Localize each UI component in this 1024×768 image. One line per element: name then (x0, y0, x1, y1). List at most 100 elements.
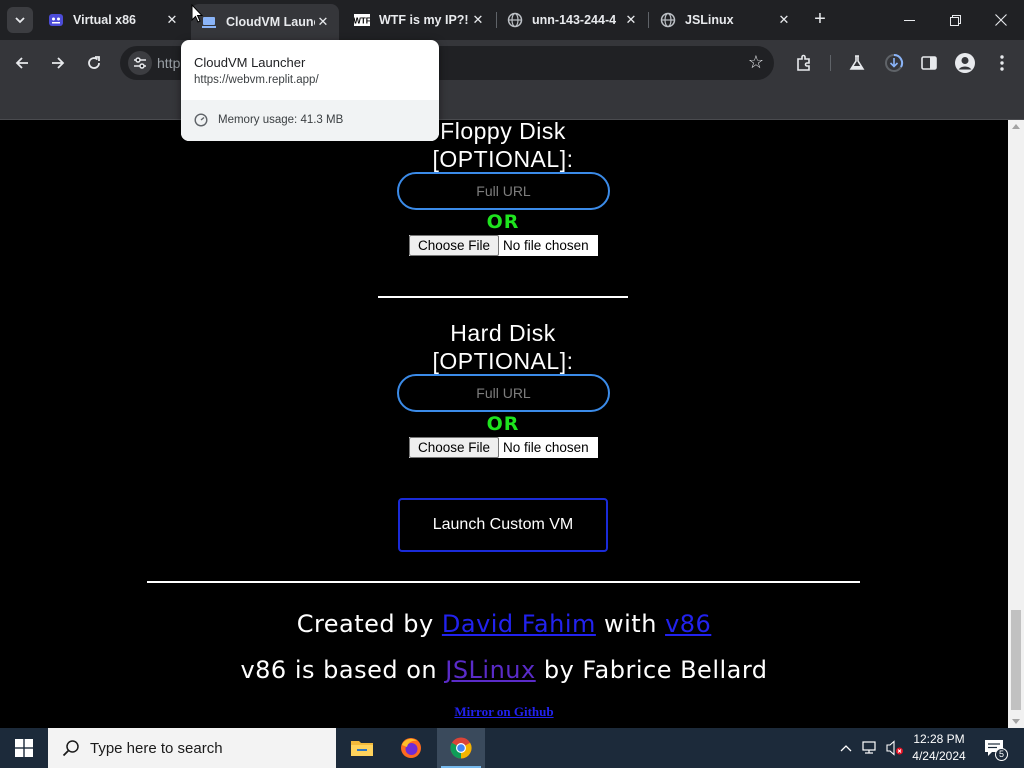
tab-title: unn-143-244-4 (532, 13, 617, 27)
bookmarks-bar (0, 86, 1024, 120)
profile-button[interactable] (951, 49, 979, 77)
chrome-taskbar-button[interactable] (437, 728, 485, 768)
hover-card-title: CloudVM Launcher (194, 55, 306, 70)
memory-gauge-icon (194, 113, 208, 127)
volume-button[interactable] (884, 728, 906, 768)
back-button[interactable] (8, 49, 36, 77)
search-placeholder: Type here to search (90, 739, 223, 757)
flask-icon (849, 55, 865, 70)
wtf-favicon-icon: WTF (354, 12, 370, 28)
page-viewport: Floppy Disk [OPTIONAL]: OR Choose File N… (0, 120, 1024, 728)
close-icon[interactable]: ✕ (164, 12, 180, 28)
tab-title: WTF is my IP?! (379, 13, 469, 27)
chevron-down-icon (15, 17, 25, 24)
floppy-file-status: No file chosen (503, 238, 589, 253)
download-progress-icon (885, 53, 904, 72)
close-window-button[interactable] (978, 0, 1024, 40)
scroll-up-arrow-icon[interactable] (1012, 124, 1020, 129)
scrollbar-thumb[interactable] (1011, 610, 1021, 710)
floppy-heading-line2: [OPTIONAL]: (432, 146, 574, 172)
globe-icon (660, 12, 676, 28)
harddisk-heading-line2: [OPTIONAL]: (432, 348, 574, 374)
page-scrollbar[interactable] (1008, 120, 1024, 728)
tab-separator (648, 12, 649, 28)
notification-count-badge: 5 (995, 748, 1008, 761)
search-icon (62, 740, 79, 757)
mirror-line: Mirror on Github (0, 704, 1008, 720)
file-explorer-taskbar-button[interactable] (338, 728, 386, 768)
reload-button[interactable] (80, 49, 108, 77)
credit-prefix: Created by (296, 610, 442, 638)
minimize-icon (903, 19, 915, 21)
close-icon[interactable]: ✕ (470, 12, 486, 28)
extensions-button[interactable] (790, 49, 818, 77)
globe-icon (507, 12, 523, 28)
mouse-cursor-icon (191, 4, 203, 23)
mirror-on-github-link[interactable]: Mirror on Github (454, 704, 553, 719)
forward-button[interactable] (44, 49, 72, 77)
launch-custom-vm-button[interactable]: Launch Custom VM (398, 498, 608, 552)
network-button[interactable] (860, 728, 882, 768)
bookmark-star-icon[interactable]: ☆ (748, 52, 764, 73)
harddisk-file-status: No file chosen (503, 440, 589, 455)
arrow-right-icon (52, 57, 65, 69)
harddisk-url-input[interactable] (397, 374, 610, 412)
arrow-left-icon (15, 57, 28, 69)
firefox-taskbar-button[interactable] (387, 728, 435, 768)
taskbar-search-box[interactable]: Type here to search (48, 728, 336, 768)
windows-taskbar: Type here to search 12:28 PM 4/24/2024 5 (0, 728, 1024, 768)
start-button[interactable] (0, 728, 48, 768)
floppy-choose-file-button[interactable]: Choose File (409, 235, 500, 256)
credit-suffix: by Fabrice Bellard (535, 656, 768, 684)
minimize-button[interactable] (886, 0, 932, 40)
floppy-url-input[interactable] (397, 172, 610, 210)
close-icon[interactable]: ✕ (776, 12, 792, 28)
harddisk-or-label: OR (486, 413, 520, 435)
site-settings-icon[interactable] (128, 51, 152, 75)
author-link[interactable]: David Fahim (442, 610, 596, 638)
new-tab-button[interactable]: + (810, 9, 830, 30)
system-clock[interactable]: 12:28 PM 4/24/2024 (908, 731, 970, 765)
close-icon[interactable]: ✕ (623, 12, 639, 28)
harddisk-choose-file-button[interactable]: Choose File (409, 437, 500, 458)
folder-icon (351, 741, 373, 756)
kebab-menu-icon (1000, 55, 1004, 71)
toolbar-divider (830, 55, 831, 71)
tab-strip: Virtual x86 ✕ CloudVM Launcher ✕ WTF WTF… (0, 0, 1024, 40)
chevron-up-icon (840, 745, 852, 752)
network-icon (862, 741, 876, 754)
labs-button[interactable] (843, 49, 871, 77)
v86-link[interactable]: v86 (665, 610, 711, 638)
floppy-file-picker[interactable]: Choose File No file chosen (409, 235, 598, 256)
close-icon[interactable]: ✕ (315, 14, 331, 30)
windows-logo-icon (15, 739, 33, 757)
tab-unn[interactable]: unn-143-244-4 ✕ (497, 0, 647, 40)
avatar-icon (955, 53, 975, 73)
floppy-or-label: OR (486, 211, 520, 233)
tab-search-button[interactable] (7, 7, 33, 33)
menu-button[interactable] (988, 49, 1016, 77)
notification-center-button[interactable]: 5 (980, 728, 1008, 768)
tab-virtual-x86[interactable]: Virtual x86 ✕ (38, 0, 188, 40)
tab-title: JSLinux (685, 13, 734, 27)
jslinux-link[interactable]: JSLinux (445, 656, 535, 684)
hover-card-url: https://webvm.replit.app/ (194, 74, 319, 86)
reload-icon (88, 56, 100, 69)
harddisk-file-picker[interactable]: Choose File No file chosen (409, 437, 598, 458)
credit-prefix: v86 is based on (240, 656, 446, 684)
tab-title: Virtual x86 (73, 13, 137, 27)
side-panel-button[interactable] (915, 49, 943, 77)
tab-wtf-is-my-ip[interactable]: WTF WTF is my IP?! ✕ (344, 0, 494, 40)
laptop-favicon-icon (201, 14, 217, 30)
download-button[interactable] (880, 49, 908, 77)
show-hidden-icons-button[interactable] (836, 728, 856, 768)
browser-toolbar: http ☆ (0, 40, 1024, 86)
restore-button[interactable] (932, 0, 978, 40)
restore-icon (949, 14, 961, 26)
tab-jslinux[interactable]: JSLinux ✕ (650, 0, 800, 40)
tab-cloudvm-launcher[interactable]: CloudVM Launcher ✕ (191, 4, 339, 40)
hover-card-footer: Memory usage: 41.3 MB (181, 100, 439, 141)
puzzle-icon (797, 54, 810, 71)
close-icon (995, 14, 1007, 26)
scroll-down-arrow-icon[interactable] (1012, 719, 1020, 724)
